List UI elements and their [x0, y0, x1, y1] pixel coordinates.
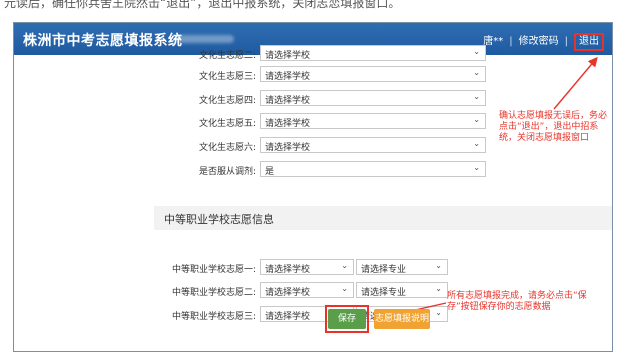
save-annotation: 所有志愿填报完成，请务必点击“保存”按钮保存你的志愿数据 — [447, 291, 587, 312]
chevron-down-icon: ⌄ — [473, 139, 480, 148]
culture-select-value: 请选择学校 — [265, 143, 311, 153]
vocational-school-value: 请选择学校 — [265, 265, 311, 275]
culture-select-value: 请选择学校 — [265, 119, 311, 129]
culture-row: 文化生志愿三: 请选择学校 ⌄ — [14, 66, 612, 83]
vocational-section-header: 中等职业学校志愿信息 — [154, 206, 612, 230]
vocational-label: 中等职业学校志愿二: — [171, 288, 256, 298]
chevron-down-icon: ⌄ — [435, 261, 442, 270]
culture-row: 文化生志愿四: 请选择学校 ⌄ — [14, 90, 612, 107]
vocational-major-value: 请选择专业 — [361, 265, 407, 275]
save-button[interactable]: 保存 — [328, 309, 366, 329]
vocational-row: 中等职业学校志愿一: 请选择学校 ⌄ 请选择专业 ⌄ — [14, 259, 612, 276]
culture-label: 文化生志愿四: — [198, 96, 256, 106]
vocational-major-select[interactable]: 请选择专业 ⌄ — [356, 259, 448, 275]
vocational-section-title: 中等职业学校志愿信息 — [164, 213, 274, 226]
blurred-user-info — [176, 35, 234, 43]
culture-row-cut: 文化生志愿二: 请选择学校 ⌄ — [14, 45, 612, 62]
culture-select[interactable]: 请选择学校 ⌄ — [260, 113, 486, 129]
top-caption-text: 元读后，确任你兵舍王院然击“退出”，退出中报系统，关闭志恋填报窗口。 — [4, 0, 401, 10]
culture-select-value: 请选择学校 — [265, 51, 311, 61]
chevron-down-icon: ⌄ — [435, 308, 442, 317]
culture-select[interactable]: 请选择学校 ⌄ — [260, 137, 486, 153]
culture-label: 文化生志愿二: — [198, 51, 256, 61]
adjustment-select[interactable]: 是 ⌄ — [260, 161, 486, 177]
culture-select[interactable]: 请选择学校 ⌄ — [260, 90, 486, 106]
vocational-label: 中等职业学校志愿三: — [171, 312, 256, 322]
adjustment-select-value: 是 — [265, 167, 275, 177]
chevron-down-icon: ⌄ — [341, 284, 348, 293]
vocational-school-value: 请选择学校 — [265, 312, 311, 322]
vocational-school-value: 请选择学校 — [265, 288, 311, 298]
culture-select-value: 请选择学校 — [265, 72, 311, 82]
instructions-button[interactable]: 志愿填报说明 — [374, 309, 430, 329]
adjustment-row: 是否服从调剂: 是 ⌄ — [14, 161, 612, 178]
culture-label: 文化生志愿三: — [198, 72, 256, 82]
logout-annotation: 确认志愿填报无误后，务必点击“退出”，退出中招系统，关闭志愿填报窗口 — [499, 111, 608, 143]
vocational-major-select[interactable]: 请选择专业 ⌄ — [356, 282, 448, 298]
chevron-down-icon: ⌄ — [473, 115, 480, 124]
culture-label: 文化生志愿六: — [198, 143, 256, 153]
vocational-label: 中等职业学校志愿一: — [171, 265, 256, 275]
top-caption: 元读后，确任你兵舍王院然击“退出”，退出中报系统，关闭志恋填报窗口。 — [0, 0, 624, 22]
chevron-down-icon: ⌄ — [473, 163, 480, 172]
chevron-down-icon: ⌄ — [341, 261, 348, 270]
vocational-major-value: 请选择专业 — [361, 288, 407, 298]
vocational-school-select[interactable]: 请选择学校 ⌄ — [260, 259, 354, 275]
chevron-down-icon: ⌄ — [473, 92, 480, 101]
chevron-down-icon: ⌄ — [473, 47, 480, 56]
app-window: 株洲市中考志愿填报系统 唐** | 修改密码 | 退出 文化生志愿二: 请选择学校 ⌄ … — [13, 22, 613, 352]
culture-select[interactable]: 请选择学校 ⌄ — [260, 66, 486, 82]
adjustment-label: 是否服从调剂: — [198, 167, 256, 177]
chevron-down-icon: ⌄ — [473, 68, 480, 77]
chevron-down-icon: ⌄ — [435, 284, 442, 293]
culture-select[interactable]: 请选择学校 ⌄ — [260, 45, 486, 61]
vocational-school-select[interactable]: 请选择学校 ⌄ — [260, 282, 354, 298]
culture-label: 文化生志愿五: — [198, 119, 256, 129]
culture-select-value: 请选择学校 — [265, 96, 311, 106]
